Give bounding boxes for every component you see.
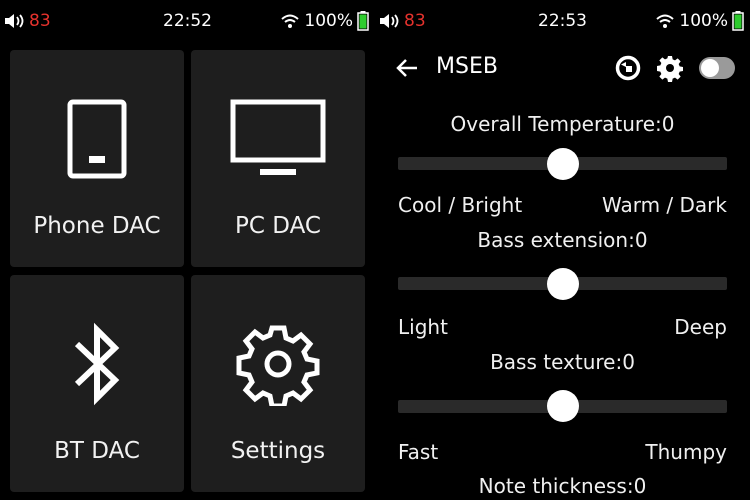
- tile-settings[interactable]: Settings: [191, 275, 365, 492]
- param-bass-extension: Bass extension:0: [375, 228, 750, 252]
- monitor-icon: [230, 99, 326, 175]
- param-title: Note thickness:0: [478, 474, 647, 498]
- battery-icon: [732, 11, 744, 31]
- slider-min-label: Fast: [398, 440, 439, 464]
- param-title: Bass extension:0: [477, 228, 648, 252]
- tile-label: BT DAC: [54, 438, 140, 464]
- param-bass-texture: Bass texture:0: [375, 350, 750, 374]
- mseb-header: MSEB: [375, 44, 750, 94]
- tile-label: PC DAC: [235, 213, 321, 239]
- param-overall-temperature: Overall Temperature:0: [375, 112, 750, 136]
- slider-thumb[interactable]: [546, 148, 579, 180]
- wifi-icon: [656, 14, 675, 28]
- wifi-icon: [281, 14, 300, 28]
- bluetooth-icon: [74, 322, 120, 406]
- slider-thumb[interactable]: [546, 268, 579, 300]
- slider-min-label: Cool / Bright: [398, 193, 523, 217]
- page-title: MSEB: [436, 54, 498, 79]
- battery-icon: [357, 11, 369, 31]
- status-bar: 83 22:52 100%: [0, 0, 375, 44]
- status-bar: 83 22:53 100%: [375, 0, 750, 44]
- tile-pc-dac[interactable]: PC DAC: [191, 50, 365, 267]
- tile-label: Settings: [230, 438, 326, 464]
- phone-icon: [67, 99, 127, 179]
- back-arrow-icon[interactable]: [395, 57, 419, 79]
- tile-label: Phone DAC: [33, 213, 161, 239]
- slider-thumb[interactable]: [546, 390, 579, 422]
- tile-bt-dac[interactable]: BT DAC: [10, 275, 184, 492]
- slider-max-label: Thumpy: [645, 440, 727, 464]
- param-note-thickness: Note thickness:0: [375, 474, 750, 498]
- battery-percent: 100%: [679, 11, 728, 31]
- gear-icon: [236, 325, 320, 406]
- reset-icon[interactable]: [614, 54, 642, 82]
- toggle-switch[interactable]: [698, 56, 736, 80]
- slider-max-label: Warm / Dark: [601, 193, 727, 217]
- tile-phone-dac[interactable]: Phone DAC: [10, 50, 184, 267]
- param-title: Bass texture:0: [490, 350, 635, 374]
- home-screen: 83 22:52 100% Phone DAC PC DAC BT DAC Se…: [0, 0, 375, 500]
- gear-icon[interactable]: [656, 54, 684, 82]
- param-title: Overall Temperature:0: [450, 112, 675, 136]
- mseb-screen: 83 22:53 100% MSEB Overall Temperature:0…: [375, 0, 750, 500]
- slider-min-label: Light: [398, 315, 448, 339]
- slider-max-label: Deep: [674, 315, 727, 339]
- battery-percent: 100%: [304, 11, 353, 31]
